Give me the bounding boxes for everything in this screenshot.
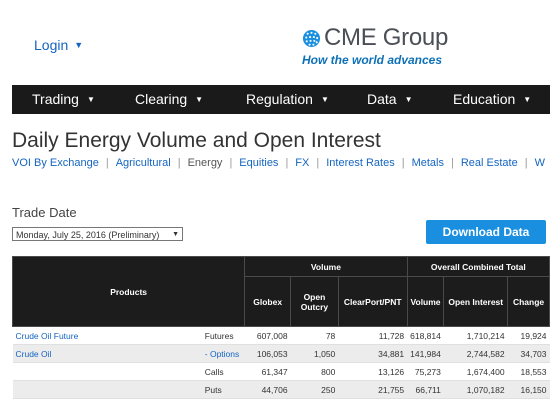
logo-text: CME Group (324, 24, 449, 51)
chevron-down-icon: ▼ (86, 95, 95, 104)
cell-clearport: 21,755 (338, 380, 408, 399)
nav-item-clearing[interactable]: Clearing ▼ (135, 85, 203, 114)
cell-open-interest: 2,744,582 (443, 344, 508, 363)
col-header-clearport: ClearPort/PNT (337, 276, 408, 327)
subnav-agricultural[interactable]: Agricultural (116, 157, 171, 169)
volume-group-header: Volume (244, 256, 408, 277)
cell-open-outcry: 250 (290, 380, 339, 399)
col-header-volume: Volume (406, 276, 445, 327)
product-cell (12, 380, 202, 399)
cell-volume: 66,711 (407, 380, 444, 399)
chevron-down-icon: ▼ (320, 95, 329, 104)
volume-oi-table: Products Volume Overall Combined Total G… (11, 256, 550, 399)
table-row: Calls 61,347 800 13,126 75,273 1,674,400… (12, 362, 550, 381)
subnav-voi-by-exchange[interactable]: VOI By Exchange (12, 157, 99, 169)
products-header: Products (11, 256, 246, 327)
nav-item-education[interactable]: Education ▼ (453, 85, 531, 114)
chevron-down-icon: ▼ (404, 95, 413, 104)
nav-label: Trading (32, 91, 79, 107)
nav-label: Education (453, 91, 516, 107)
subnav-weather[interactable]: W (535, 157, 545, 169)
product-type: Puts (201, 380, 245, 399)
cell-volume: 618,814 (407, 326, 444, 345)
product-type: Futures (201, 326, 245, 345)
subnav-interest-rates[interactable]: Interest Rates (326, 157, 394, 169)
oi-group-header: Overall Combined Total (406, 256, 550, 277)
download-data-button[interactable]: Download Data (426, 220, 546, 244)
cell-open-outcry: 78 (290, 326, 339, 345)
product-link[interactable]: Crude Oil (12, 344, 202, 363)
cell-open-interest: 1,710,214 (443, 326, 508, 345)
trade-date-select[interactable]: Monday, July 25, 2016 (Preliminary) ▼ (12, 227, 183, 241)
cell-change: 16,150 (507, 380, 550, 399)
col-header-globex: Globex (244, 276, 292, 327)
nav-item-trading[interactable]: Trading ▼ (32, 85, 95, 114)
nav-item-data[interactable]: Data ▼ (367, 85, 413, 114)
nav-item-regulation[interactable]: Regulation ▼ (246, 85, 329, 114)
separator: | (316, 157, 320, 169)
table-row: Crude Oil Future Futures 607,008 78 11,7… (12, 326, 550, 345)
main-nav: Trading ▼ Clearing ▼ Regulation ▼ Data ▼ Edu… (12, 85, 550, 114)
subnav-equities[interactable]: Equities (239, 157, 278, 169)
trade-date-value: Monday, July 25, 2016 (Preliminary) (16, 230, 160, 240)
cell-open-interest: 1,070,182 (443, 380, 508, 399)
cell-globex: 44,706 (244, 380, 291, 399)
cell-clearport: 13,126 (338, 362, 408, 381)
subnav-real-estate[interactable]: Real Estate (461, 157, 518, 169)
cell-globex: 61,347 (244, 362, 291, 381)
tagline: How the world advances (302, 53, 443, 67)
separator: | (524, 157, 528, 169)
cell-change: 19,924 (507, 326, 550, 345)
separator: | (285, 157, 289, 169)
globe-logo-icon (302, 29, 321, 47)
trade-date-label: Trade Date (12, 205, 77, 220)
subnav-metals[interactable]: Metals (412, 157, 444, 169)
login-label: Login (34, 37, 69, 53)
chevron-down-icon: ▼ (195, 95, 204, 104)
separator: | (229, 157, 233, 169)
page-title: Daily Energy Volume and Open Interest (12, 129, 381, 152)
cme-group-logo[interactable]: CME Group How the world advances (302, 24, 502, 67)
subnav-fx[interactable]: FX (295, 157, 309, 169)
nav-label: Data (367, 91, 397, 107)
product-type: Calls (201, 362, 245, 381)
cell-open-outcry: 1,050 (290, 344, 339, 363)
chevron-down-icon: ▼ (523, 95, 532, 104)
nav-label: Regulation (246, 91, 313, 107)
subnav-energy[interactable]: Energy (188, 157, 223, 169)
cell-globex: 607,008 (244, 326, 291, 345)
col-header-open-interest: Open Interest (443, 276, 509, 327)
separator: | (177, 157, 181, 169)
options-link[interactable]: - Options (201, 344, 245, 363)
cell-volume: 75,273 (407, 362, 444, 381)
login-menu[interactable]: Login ▼ (34, 37, 83, 53)
cell-change: 18,553 (507, 362, 550, 381)
dropdown-arrow-icon: ▼ (172, 231, 179, 238)
product-cell (12, 362, 202, 381)
category-subnav: VOI By Exchange | Agricultural | Energy | Equi… (12, 157, 545, 169)
cell-clearport: 34,881 (338, 344, 408, 363)
table-row: Crude Oil - Options 106,053 1,050 34,881… (12, 344, 550, 363)
separator: | (401, 157, 405, 169)
col-header-change: Change (507, 276, 550, 327)
product-link[interactable]: Crude Oil Future (12, 326, 202, 345)
cell-clearport: 11,728 (338, 326, 408, 345)
nav-label: Clearing (135, 91, 188, 107)
cell-open-outcry: 800 (290, 362, 339, 381)
cell-open-interest: 1,674,400 (443, 362, 508, 381)
cell-change: 34,703 (507, 344, 550, 363)
table-row: Puts 44,706 250 21,755 66,711 1,070,182 … (12, 380, 550, 399)
col-header-open-outcry: Open Outcry (290, 276, 339, 327)
cell-globex: 106,053 (244, 344, 291, 363)
chevron-down-icon: ▼ (74, 40, 84, 50)
cell-volume: 141,984 (407, 344, 444, 363)
separator: | (450, 157, 454, 169)
separator: | (105, 157, 109, 169)
